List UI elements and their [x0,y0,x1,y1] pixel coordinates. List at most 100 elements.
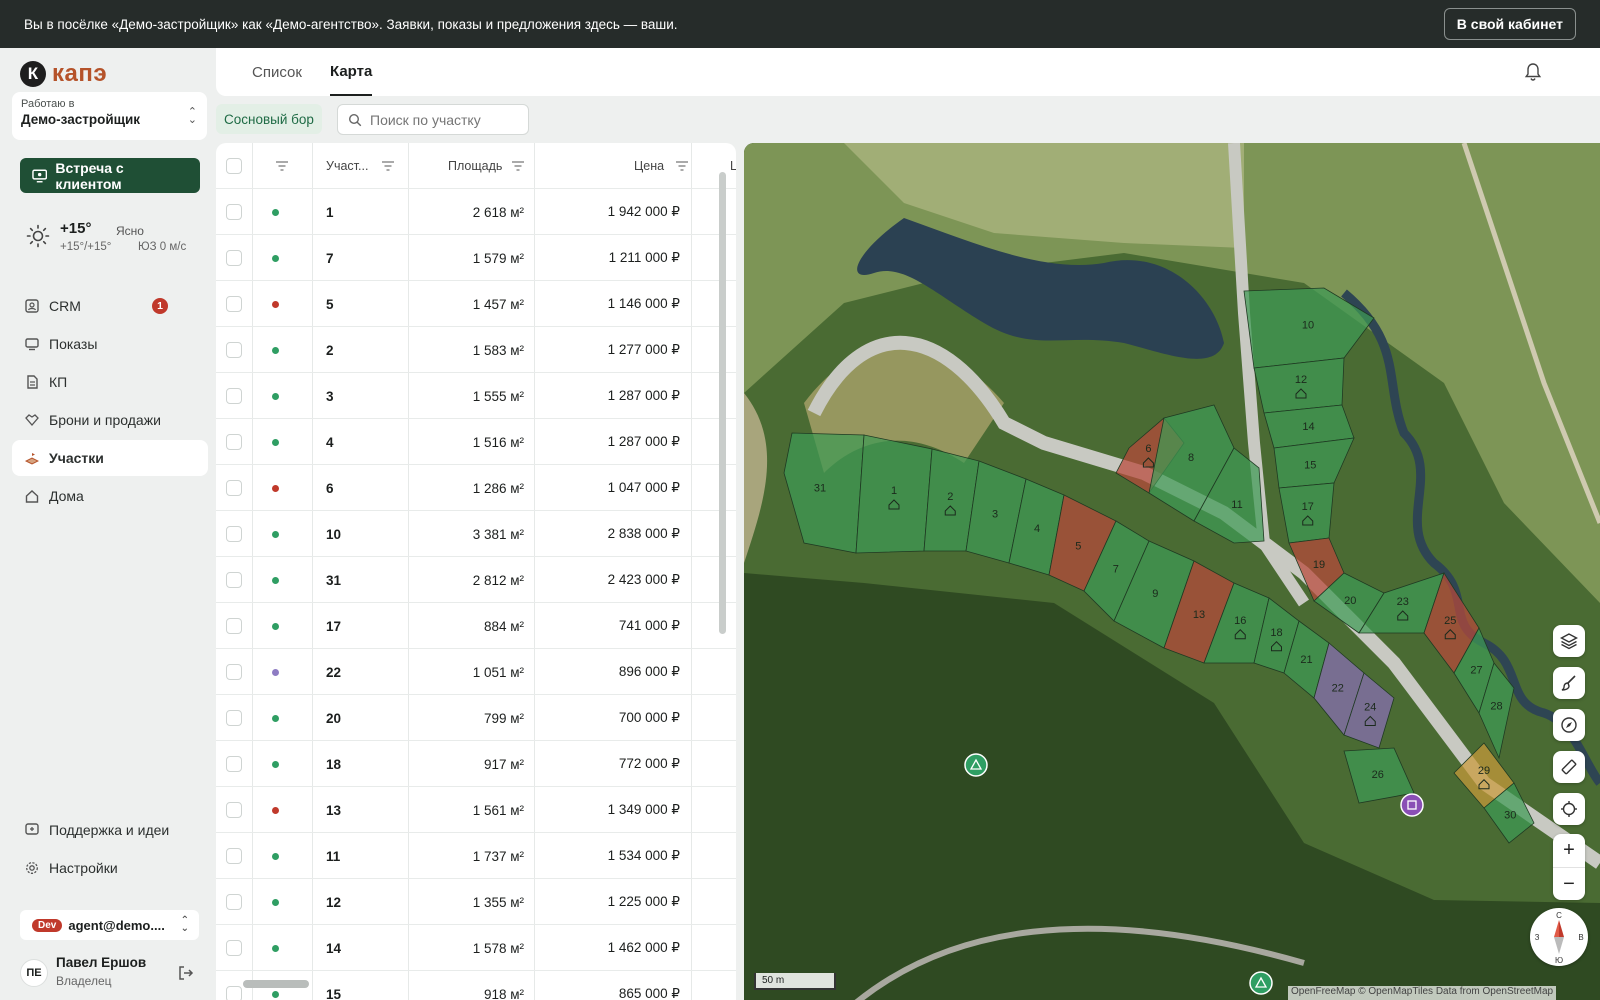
map-plot-label: 17 [1302,501,1314,513]
table-row[interactable]: 12 1 355 м² 1 225 000 ₽ [216,879,736,925]
plot-number: 1 [326,204,334,220]
locate-button[interactable] [1553,793,1585,825]
column-price[interactable]: Цена [634,143,689,189]
search-input[interactable] [370,111,510,128]
user-name: Павел Ершов [56,955,147,970]
row-checkbox[interactable] [226,802,242,818]
map-plot-label: 14 [1302,421,1314,433]
table-row[interactable]: 4 1 516 м² 1 287 000 ₽ [216,419,736,465]
table-vertical-scrollbar[interactable] [719,172,726,634]
row-checkbox[interactable] [226,204,242,220]
monitor-icon [24,337,39,352]
table-row[interactable]: 20 799 м² 700 000 ₽ [216,695,736,741]
plot-area: 917 м² [483,756,524,772]
zoom-in-button[interactable]: + [1553,834,1585,867]
plot-area: 1 457 м² [472,296,524,312]
zoom-out-button[interactable]: − [1553,867,1585,900]
map-plot-label: 16 [1234,615,1246,627]
table-row[interactable]: 17 884 м² 741 000 ₽ [216,603,736,649]
plot-price: 2 423 000 ₽ [607,572,680,587]
map-plot-17[interactable] [1278,482,1335,544]
avatar[interactable]: ПЕ [20,959,48,987]
plot-number: 11 [326,848,341,864]
filter-icon[interactable] [382,161,395,171]
table-row[interactable]: 7 1 579 м² 1 211 000 ₽ [216,235,736,281]
table-horizontal-scrollbar[interactable] [243,980,309,988]
plot-number: 5 [326,296,334,312]
plot-area: 1 516 м² [472,434,524,450]
ruler-button[interactable] [1553,751,1585,783]
table-row[interactable]: 2 1 583 м² 1 277 000 ₽ [216,327,736,373]
sidebar-item-support[interactable]: Поддержка и идеи [12,812,208,848]
sidebar-item-bookings[interactable]: Брони и продажи [12,402,208,438]
row-checkbox[interactable] [226,434,242,450]
row-checkbox[interactable] [226,940,242,956]
sidebar-item-settings[interactable]: Настройки [12,850,208,886]
row-checkbox[interactable] [226,480,242,496]
map-plot-label: 6 [1145,443,1151,455]
search-box[interactable] [337,104,529,135]
table-row[interactable]: 14 1 578 м² 1 462 000 ₽ [216,925,736,971]
meet-client-button[interactable]: Встреча с клиентом [20,158,200,193]
row-checkbox[interactable] [226,388,242,404]
map-canvas[interactable]: 31 1 2345678910111213141516171819202122232… [744,143,1600,1000]
status-dot [272,392,279,400]
column-plot[interactable]: Участ... [326,143,401,189]
sidebar-item-kp[interactable]: КП [12,364,208,400]
tab-map[interactable]: Карта [330,48,373,96]
account-select[interactable]: Dev agent@demo.... ⌃ ⌄ [20,910,199,940]
row-checkbox[interactable] [226,572,242,588]
row-checkbox[interactable] [226,710,242,726]
navigate-button[interactable] [1553,709,1585,741]
table-row[interactable]: 13 1 561 м² 1 349 000 ₽ [216,787,736,833]
map-plot-label: 11 [1231,499,1242,511]
sidebar-item-houses[interactable]: Дома [12,478,208,514]
sidebar-item-crm[interactable]: CRM 1 [12,288,208,324]
filter-icon[interactable] [676,161,689,171]
chevron-updown-icon: ⌃ ⌄ [180,915,189,934]
bell-icon[interactable] [1523,62,1543,82]
column-extra[interactable]: Ц [730,143,736,189]
sidebar-item-plots[interactable]: Участки [12,440,208,476]
map-attribution[interactable]: OpenFreeMap © OpenMapTiles Data from Ope… [1288,986,1557,1000]
filter-icon[interactable] [276,161,288,171]
filter-chip-settlement[interactable]: Сосновый бор [216,104,322,134]
map-view[interactable]: 31 1 2 3 4 5 6 7 8 9 10 11 12 13 14 15 16 17 18 19 20 21 22 23 2… [744,143,1600,1000]
plot-price: 1 047 000 ₽ [607,480,680,495]
table-row[interactable]: 5 1 457 м² 1 146 000 ₽ [216,281,736,327]
my-cabinet-button[interactable]: В свой кабинет [1443,8,1576,40]
brush-button[interactable] [1553,667,1585,699]
row-checkbox[interactable] [226,526,242,542]
status-dot [272,668,279,676]
row-checkbox[interactable] [226,664,242,680]
select-all-checkbox[interactable] [226,158,242,174]
status-dot [272,852,279,860]
sidebar-item-showings[interactable]: Показы [12,326,208,362]
row-checkbox[interactable] [226,894,242,910]
compass-widget[interactable]: С Ю В З [1530,908,1588,966]
table-row[interactable]: 31 2 812 м² 2 423 000 ₽ [216,557,736,603]
row-checkbox[interactable] [226,250,242,266]
table-row[interactable]: 11 1 737 м² 1 534 000 ₽ [216,833,736,879]
workspace-select[interactable]: Работаю в Демо-застройщик ⌃ ⌄ [12,92,207,140]
row-checkbox[interactable] [226,342,242,358]
table-row[interactable]: 10 3 381 м² 2 838 000 ₽ [216,511,736,557]
table-row[interactable]: 1 2 618 м² 1 942 000 ₽ [216,189,736,235]
row-checkbox[interactable] [226,986,242,1000]
table-row[interactable]: 22 1 051 м² 896 000 ₽ [216,649,736,695]
row-checkbox[interactable] [226,848,242,864]
table-row[interactable]: 3 1 555 м² 1 287 000 ₽ [216,373,736,419]
logout-icon[interactable] [178,965,194,981]
plot-price: 2 838 000 ₽ [607,526,680,541]
row-checkbox[interactable] [226,296,242,312]
column-area[interactable]: Площадь [448,143,525,189]
tab-list[interactable]: Список [252,48,302,96]
row-checkbox[interactable] [226,756,242,772]
layers-button[interactable] [1553,625,1585,657]
search-icon [348,113,362,126]
table-row[interactable]: 6 1 286 м² 1 047 000 ₽ [216,465,736,511]
table-row[interactable]: 18 917 м² 772 000 ₽ [216,741,736,787]
logo[interactable]: К капэ [20,60,107,88]
filter-icon[interactable] [512,161,525,171]
row-checkbox[interactable] [226,618,242,634]
